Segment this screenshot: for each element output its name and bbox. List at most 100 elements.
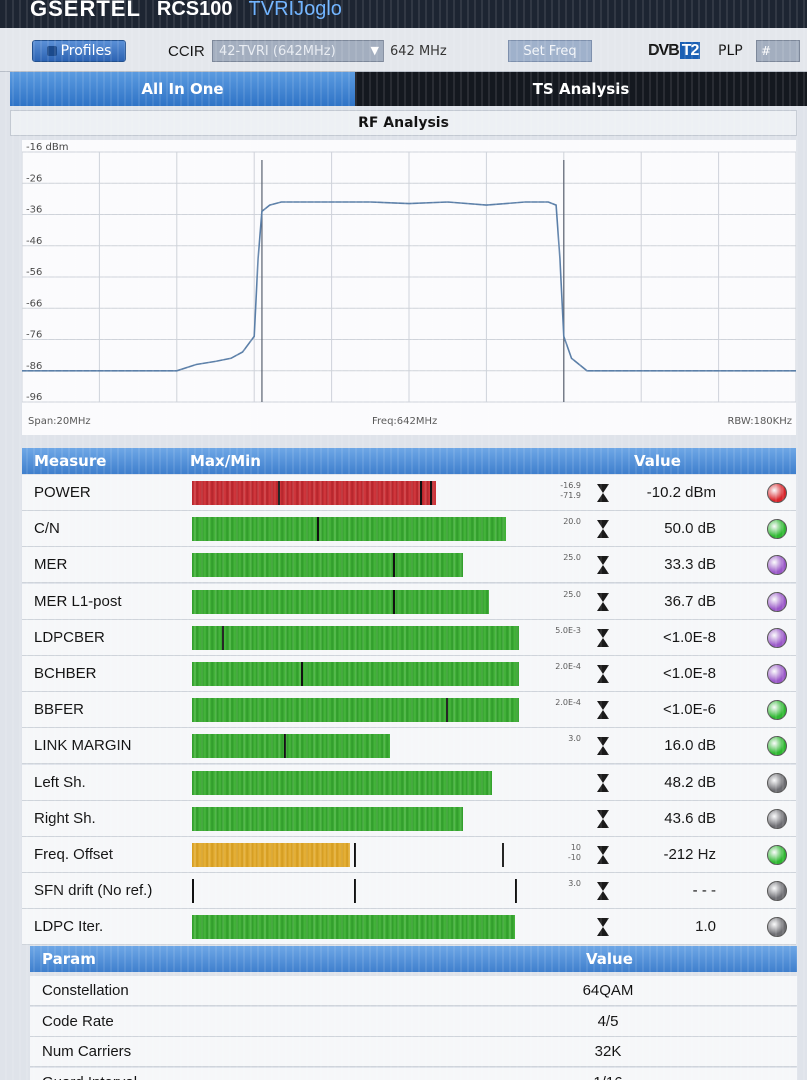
measure-max-min-marker bbox=[353, 843, 356, 867]
measure-row: LINK MARGIN 3.0 16.0 dB bbox=[22, 728, 796, 765]
measure-bar-track bbox=[192, 770, 522, 795]
measure-bar-track bbox=[192, 625, 522, 650]
center-freq-readout: Freq:642MHz bbox=[372, 416, 438, 427]
y-tick-label: -36 bbox=[26, 205, 42, 216]
dvb-logo-text: DVB bbox=[648, 42, 680, 59]
param-value: 4/5 bbox=[597, 1012, 619, 1030]
hourglass-icon[interactable] bbox=[596, 555, 610, 575]
measure-bar-track bbox=[192, 589, 522, 614]
param-name: Code Rate bbox=[42, 1012, 114, 1030]
measure-max-min-marker bbox=[277, 481, 280, 505]
hourglass-icon[interactable] bbox=[596, 809, 610, 829]
plp-select[interactable]: # bbox=[756, 40, 800, 62]
measure-name: C/N bbox=[34, 520, 60, 538]
measure-limit: 3.0 bbox=[568, 879, 581, 889]
hourglass-icon[interactable] bbox=[596, 700, 610, 720]
profiles-button[interactable]: Profiles bbox=[32, 40, 126, 62]
y-tick-label: -56 bbox=[26, 267, 42, 278]
profile-icon bbox=[46, 46, 57, 56]
status-led-icon bbox=[767, 627, 787, 648]
spectrum-plot: -16 dBm-26-36-46-56-66-76-86-96 bbox=[22, 142, 796, 403]
measure-name: LDPC Iter. bbox=[34, 918, 104, 936]
brand-name: GSERTEL bbox=[30, 0, 141, 21]
spectrum-chart: -16 dBm -26 -36 -46 -56 -66 -76 -86 -96 Span:20M… bbox=[22, 140, 796, 435]
model-name: RCS100 bbox=[156, 0, 233, 20]
measure-value: 36.7 dB bbox=[664, 592, 716, 610]
status-led-icon bbox=[767, 555, 787, 576]
status-led-icon bbox=[767, 591, 787, 612]
measure-max-min-marker bbox=[353, 879, 356, 904]
status-led-icon bbox=[767, 772, 787, 793]
status-led-icon bbox=[767, 664, 787, 684]
station-name: TVRIJoglo bbox=[248, 0, 342, 20]
measure-table-header: Measure Max/Min Value bbox=[22, 448, 796, 474]
measure-value: - - - bbox=[692, 882, 716, 900]
measure-row: SFN drift (No ref.) 3.0 - - - bbox=[22, 873, 796, 910]
measure-max-min-marker bbox=[221, 625, 224, 650]
hourglass-icon[interactable] bbox=[596, 881, 610, 901]
hourglass-icon[interactable] bbox=[596, 592, 610, 612]
measure-max-min-marker bbox=[300, 662, 303, 686]
maxmin-column-header: Max/Min bbox=[190, 452, 261, 470]
measure-name: BCHBER bbox=[34, 665, 97, 682]
measure-name: MER L1-post bbox=[34, 592, 122, 610]
value-column-header: Value bbox=[634, 452, 681, 470]
measure-bar bbox=[192, 589, 489, 614]
measure-column-header: Measure bbox=[34, 452, 107, 470]
measure-row: BCHBER 2.0E-4 <1.0E-8 bbox=[22, 656, 796, 692]
tab-all-in-one[interactable]: All In One bbox=[10, 72, 355, 106]
set-freq-button[interactable]: Set Freq bbox=[508, 40, 592, 62]
measure-bar bbox=[192, 517, 506, 542]
param-name: Constellation bbox=[42, 982, 129, 999]
y-tick-label: -76 bbox=[26, 330, 42, 341]
measure-name: LDPCBER bbox=[34, 628, 105, 646]
measure-row: C/N 20.0 50.0 dB bbox=[22, 511, 796, 548]
measure-name: MER bbox=[34, 556, 68, 574]
frequency-readout: 642 MHz bbox=[390, 44, 447, 59]
hourglass-icon[interactable] bbox=[596, 917, 610, 937]
hourglass-icon[interactable] bbox=[596, 664, 610, 684]
hourglass-icon[interactable] bbox=[596, 519, 610, 539]
status-led-icon bbox=[767, 808, 787, 829]
param-name: Guard Interval bbox=[42, 1074, 137, 1080]
param-name: Num Carriers bbox=[42, 1043, 132, 1060]
measure-row: LDPCBER 5.0E-3 <1.0E-8 bbox=[22, 619, 796, 656]
hourglass-icon[interactable] bbox=[596, 628, 610, 648]
measure-value: <1.0E-8 bbox=[663, 628, 716, 646]
measure-limit: 20.0 bbox=[563, 517, 581, 527]
hourglass-icon[interactable] bbox=[596, 845, 610, 865]
measure-value: 1.0 bbox=[695, 918, 716, 936]
tab-ts-analysis[interactable]: TS Analysis bbox=[355, 72, 807, 106]
measure-value: 43.6 dB bbox=[664, 809, 716, 827]
measure-limit: 2.0E-4 bbox=[555, 698, 581, 708]
param-row: Constellation 64QAM bbox=[30, 976, 797, 1006]
measure-value: -212 Hz bbox=[663, 846, 716, 863]
hourglass-icon[interactable] bbox=[596, 483, 610, 503]
measure-bar-track bbox=[192, 734, 522, 759]
param-value: 32K bbox=[594, 1043, 622, 1060]
measure-row: POWER -16.9 -71.9 -10.2 dBm bbox=[22, 475, 796, 511]
measure-max-min-marker bbox=[419, 481, 422, 505]
measure-name: Left Sh. bbox=[34, 773, 86, 791]
y-tick-label: -16 dBm bbox=[26, 142, 68, 153]
measure-max-min-marker bbox=[317, 517, 320, 542]
tab-bar: All In One TS Analysis bbox=[10, 72, 807, 106]
plp-label: PLP bbox=[718, 43, 743, 59]
y-tick-label: -26 bbox=[26, 173, 42, 184]
rbw-readout: RBW:180KHz bbox=[727, 416, 792, 427]
param-row: Code Rate 4/5 bbox=[30, 1006, 797, 1037]
measure-bar-track bbox=[192, 662, 522, 686]
measure-bar bbox=[192, 662, 519, 686]
measure-max-min-marker bbox=[393, 553, 396, 578]
param-value: 64QAM bbox=[582, 982, 634, 999]
channel-standard-label: CCIR bbox=[168, 43, 205, 60]
channel-select[interactable]: 42-TVRI (642MHz) ▼ bbox=[212, 40, 384, 62]
hourglass-icon[interactable] bbox=[596, 736, 610, 756]
hourglass-icon[interactable] bbox=[596, 773, 610, 793]
profiles-label: Profiles bbox=[60, 43, 112, 59]
status-led-icon bbox=[767, 483, 787, 503]
measure-max-min-marker bbox=[429, 481, 432, 505]
measure-bar-track bbox=[192, 915, 522, 940]
status-led-icon bbox=[767, 519, 787, 540]
measure-name: Right Sh. bbox=[34, 809, 96, 827]
